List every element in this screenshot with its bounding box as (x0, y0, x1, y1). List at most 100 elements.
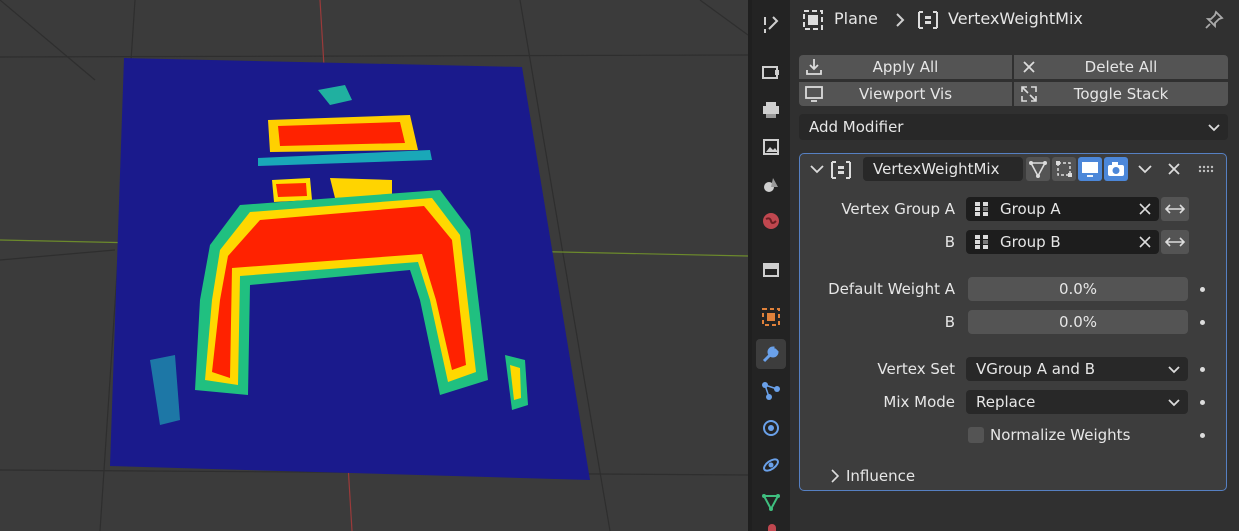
vertex-group-a-value: Group A (1000, 200, 1061, 218)
vertex-set-value: VGroup A and B (976, 360, 1096, 378)
add-modifier-label: Add Modifier (809, 118, 904, 136)
clear-x-icon[interactable] (1139, 236, 1151, 248)
collection-tab[interactable] (756, 254, 786, 284)
add-modifier-dropdown[interactable]: Add Modifier (799, 114, 1228, 140)
vertex-weight-mix-icon (918, 11, 938, 29)
default-weight-b-label: B (944, 313, 955, 331)
invert-group-a-toggle[interactable] (1161, 197, 1189, 221)
printer-icon (763, 102, 779, 118)
mix-mode-label: Mix Mode (883, 393, 955, 411)
keyframe-dot-icon[interactable] (1200, 400, 1205, 405)
vertex-group-b-field[interactable]: Group B (966, 230, 1159, 254)
apply-all-label: Apply All (872, 58, 939, 76)
scene-tab[interactable] (756, 169, 786, 199)
object-square-icon (762, 308, 780, 326)
modifier-name-text: VertexWeightMix (873, 160, 1000, 178)
edit-mode-toggle[interactable] (1052, 157, 1076, 181)
invert-group-b-toggle[interactable] (1161, 230, 1189, 254)
toggle-stack-button[interactable]: Toggle Stack (1014, 82, 1228, 106)
pin-icon[interactable] (1204, 10, 1224, 30)
vertex-group-icon (975, 235, 988, 249)
more-tab-indicator (768, 524, 776, 531)
default-weight-a-label: Default Weight A (828, 280, 955, 298)
tool-tab[interactable] (756, 10, 786, 40)
viewport-vis-button[interactable]: Viewport Vis (799, 82, 1012, 106)
viewport-scene (0, 0, 748, 531)
toggle-stack-label: Toggle Stack (1073, 85, 1169, 103)
plane-object-icon (803, 10, 823, 30)
3d-viewport[interactable] (0, 0, 748, 531)
properties-panel: Plane VertexWeightMix Apply All Delete A… (790, 0, 1239, 531)
monitor-icon (1082, 162, 1098, 177)
image-layers-icon (763, 139, 779, 155)
world-icon (763, 213, 779, 229)
constraints-tab[interactable] (756, 450, 786, 480)
monitor-icon (805, 86, 823, 102)
breadcrumb-chevron-icon (896, 13, 905, 27)
clear-x-icon[interactable] (1139, 203, 1151, 215)
particles-tab[interactable] (756, 376, 786, 406)
modifier-name-field[interactable]: VertexWeightMix (863, 157, 1023, 181)
wrench-icon (762, 346, 779, 363)
object-tab[interactable] (756, 302, 786, 332)
default-weight-a-slider[interactable]: 0.0% (968, 277, 1188, 301)
keyframe-dot-icon[interactable] (1200, 433, 1205, 438)
vertex-group-a-label: Vertex Group A (841, 200, 955, 218)
vertex-group-icon (975, 202, 988, 216)
collapse-chevron-icon[interactable] (810, 164, 824, 174)
chevron-down-icon (1208, 124, 1220, 132)
modifier-panel: VertexWeightMix Vertex Group A Group A B (799, 153, 1227, 491)
vertex-set-label: Vertex Set (877, 360, 955, 378)
vertex-set-dropdown[interactable]: VGroup A and B (966, 357, 1188, 381)
data-tab[interactable] (756, 487, 786, 517)
mesh-data-icon (762, 494, 780, 512)
view-layer-tab[interactable] (756, 132, 786, 162)
chevron-down-icon (1168, 366, 1180, 374)
render-tab[interactable] (756, 57, 786, 87)
edit-vertices-icon (1056, 161, 1072, 177)
keyframe-dot-icon[interactable] (1200, 320, 1205, 325)
normalize-weights-checkbox[interactable] (968, 427, 984, 443)
apply-all-button[interactable]: Apply All (799, 55, 1012, 79)
viewport-vis-label: Viewport Vis (858, 85, 953, 103)
expand-chevron-icon[interactable] (830, 469, 840, 483)
normalize-weights-label[interactable]: Normalize Weights (990, 426, 1130, 444)
close-x-icon (1023, 61, 1035, 73)
drag-handle-icon[interactable] (1198, 165, 1216, 173)
modifier-breadcrumb-name: VertexWeightMix (948, 9, 1083, 28)
vertex-group-b-value: Group B (1000, 233, 1061, 251)
modifiers-tab[interactable] (756, 339, 786, 369)
physics-orbit-icon (763, 420, 779, 436)
vertex-group-b-label: B (944, 233, 955, 251)
collection-box-icon (763, 263, 779, 277)
particles-icon (762, 382, 780, 400)
properties-tab-bar (752, 0, 790, 531)
vertex-group-a-field[interactable]: Group A (966, 197, 1159, 221)
scene-icon (764, 178, 778, 192)
show-viewport-toggle[interactable] (1078, 157, 1102, 181)
weight-painted-plane[interactable] (110, 58, 590, 480)
influence-subpanel-header[interactable]: Influence (846, 467, 915, 485)
default-weight-b-slider[interactable]: 0.0% (968, 310, 1188, 334)
keyframe-dot-icon[interactable] (1200, 367, 1205, 372)
swap-arrows-icon (1165, 204, 1185, 214)
default-weight-b-value: 0.0% (1058, 313, 1098, 331)
remove-modifier-icon[interactable] (1167, 162, 1181, 176)
mix-mode-value: Replace (976, 393, 1036, 411)
world-tab[interactable] (756, 206, 786, 236)
modifier-menu-chevron-icon[interactable] (1138, 164, 1152, 174)
tool-icon (764, 16, 779, 33)
physics-tab[interactable] (756, 413, 786, 443)
apply-download-icon (806, 59, 822, 75)
show-render-toggle[interactable] (1104, 157, 1128, 181)
mix-mode-dropdown[interactable]: Replace (966, 390, 1188, 414)
keyframe-dot-icon[interactable] (1200, 287, 1205, 292)
delete-all-button[interactable]: Delete All (1014, 55, 1228, 79)
constraint-icon (763, 458, 779, 472)
default-weight-a-value: 0.0% (1058, 280, 1098, 298)
edit-cage-toggle[interactable] (1026, 157, 1050, 181)
modifier-type-icon (831, 161, 851, 179)
object-name: Plane (834, 9, 878, 28)
output-tab[interactable] (756, 95, 786, 125)
edit-mode-triangle-icon (1029, 161, 1047, 178)
